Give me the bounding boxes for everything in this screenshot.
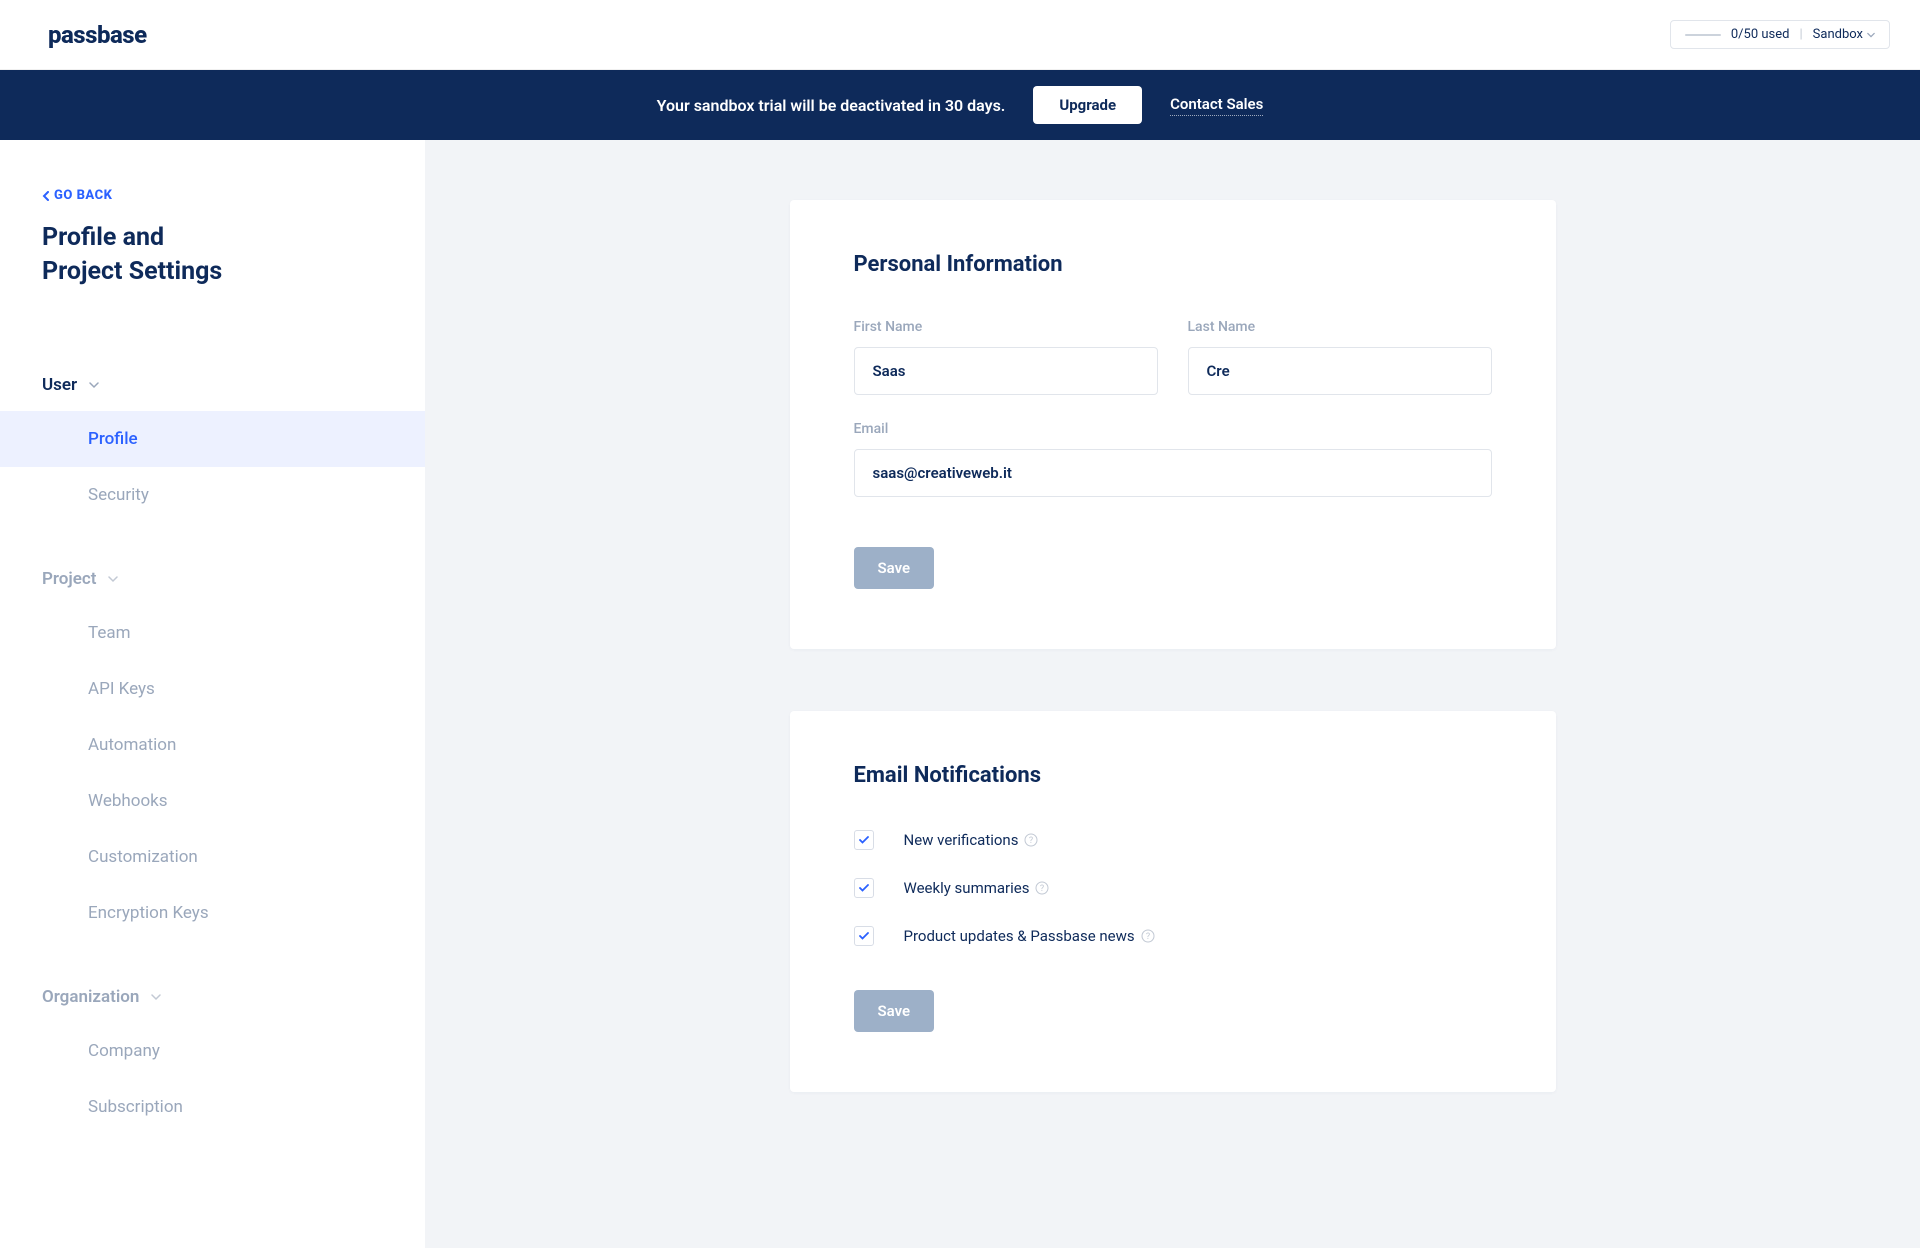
section-label: User bbox=[42, 375, 77, 395]
sidebar: GO BACK Profile and Project Settings Use… bbox=[0, 140, 425, 1248]
header-right: 0/50 used | Sandbox bbox=[1670, 20, 1890, 49]
last-name-label: Last Name bbox=[1188, 319, 1492, 335]
save-notifications-button[interactable]: Save bbox=[854, 990, 935, 1032]
section-header-organization[interactable]: Organization bbox=[0, 971, 425, 1023]
cards-column: Personal Information First Name Last Nam… bbox=[790, 200, 1556, 1188]
main-content: Personal Information First Name Last Nam… bbox=[425, 140, 1920, 1248]
help-icon[interactable]: ? bbox=[1035, 881, 1049, 895]
usage-text: 0/50 used bbox=[1731, 27, 1790, 42]
sidebar-title-line2: Project Settings bbox=[42, 257, 222, 286]
email-label: Email bbox=[854, 421, 1492, 437]
notifications-title: Email Notifications bbox=[854, 763, 1492, 788]
env-label: Sandbox bbox=[1813, 27, 1863, 42]
notification-row-weekly-summaries: Weekly summaries ? bbox=[854, 878, 1492, 898]
sidebar-item-subscription[interactable]: Subscription bbox=[0, 1079, 425, 1135]
help-icon[interactable]: ? bbox=[1024, 833, 1038, 847]
sidebar-item-api-keys[interactable]: API Keys bbox=[0, 661, 425, 717]
checkbox-label-text: New verifications bbox=[904, 831, 1019, 849]
svg-text:?: ? bbox=[1040, 884, 1044, 894]
app-header: passbase 0/50 used | Sandbox bbox=[0, 0, 1920, 70]
checkbox-label: Weekly summaries ? bbox=[904, 879, 1050, 897]
sidebar-item-encryption-keys[interactable]: Encryption Keys bbox=[0, 885, 425, 941]
sidebar-group-project: Project Team API Keys Automation Webhook… bbox=[0, 553, 425, 941]
chevron-down-icon bbox=[151, 993, 161, 1001]
first-name-input[interactable] bbox=[854, 347, 1158, 395]
checkbox-weekly-summaries[interactable] bbox=[854, 878, 874, 898]
section-label: Project bbox=[42, 569, 96, 589]
sidebar-group-user: User Profile Security bbox=[0, 359, 425, 523]
env-selector[interactable]: Sandbox bbox=[1813, 27, 1875, 42]
sidebar-item-customization[interactable]: Customization bbox=[0, 829, 425, 885]
checkbox-product-updates[interactable] bbox=[854, 926, 874, 946]
check-icon bbox=[859, 836, 869, 844]
sidebar-group-organization: Organization Company Subscription bbox=[0, 971, 425, 1135]
usage-bar bbox=[1685, 34, 1721, 36]
checkbox-label: New verifications ? bbox=[904, 831, 1039, 849]
trial-banner: Your sandbox trial will be deactivated i… bbox=[0, 70, 1920, 140]
email-notifications-card: Email Notifications New verifications ? bbox=[790, 711, 1556, 1092]
svg-text:?: ? bbox=[1145, 932, 1149, 942]
last-name-group: Last Name bbox=[1188, 319, 1492, 395]
chevron-down-icon bbox=[108, 575, 118, 583]
go-back-label: GO BACK bbox=[54, 188, 112, 203]
sidebar-item-webhooks[interactable]: Webhooks bbox=[0, 773, 425, 829]
sidebar-item-automation[interactable]: Automation bbox=[0, 717, 425, 773]
section-label: Organization bbox=[42, 987, 139, 1007]
chevron-down-icon bbox=[89, 381, 99, 389]
first-name-label: First Name bbox=[854, 319, 1158, 335]
checkbox-label-text: Weekly summaries bbox=[904, 879, 1030, 897]
usage-pill[interactable]: 0/50 used | Sandbox bbox=[1670, 20, 1890, 49]
upgrade-button[interactable]: Upgrade bbox=[1033, 86, 1142, 124]
banner-message: Your sandbox trial will be deactivated i… bbox=[657, 96, 1006, 115]
email-group: Email bbox=[854, 421, 1492, 497]
sidebar-item-company[interactable]: Company bbox=[0, 1023, 425, 1079]
name-row: First Name Last Name bbox=[854, 319, 1492, 395]
section-header-user[interactable]: User bbox=[0, 359, 425, 411]
section-header-project[interactable]: Project bbox=[0, 553, 425, 605]
go-back-link[interactable]: GO BACK bbox=[42, 188, 425, 203]
svg-text:?: ? bbox=[1029, 836, 1033, 846]
email-row: Email bbox=[854, 421, 1492, 497]
separator: | bbox=[1799, 27, 1802, 42]
check-icon bbox=[859, 932, 869, 940]
notification-row-product-updates: Product updates & Passbase news ? bbox=[854, 926, 1492, 946]
sidebar-item-security[interactable]: Security bbox=[0, 467, 425, 523]
notification-row-new-verifications: New verifications ? bbox=[854, 830, 1492, 850]
email-input[interactable] bbox=[854, 449, 1492, 497]
last-name-input[interactable] bbox=[1188, 347, 1492, 395]
personal-info-title: Personal Information bbox=[854, 252, 1492, 277]
brand-logo: passbase bbox=[48, 21, 147, 49]
chevron-down-icon bbox=[1867, 31, 1875, 39]
checkbox-label: Product updates & Passbase news ? bbox=[904, 927, 1155, 945]
checkbox-label-text: Product updates & Passbase news bbox=[904, 927, 1135, 945]
save-personal-button[interactable]: Save bbox=[854, 547, 935, 589]
checkbox-new-verifications[interactable] bbox=[854, 830, 874, 850]
checkbox-list: New verifications ? Weekly summaries bbox=[854, 830, 1492, 946]
sidebar-title: Profile and Project Settings bbox=[42, 221, 425, 289]
help-icon[interactable]: ? bbox=[1141, 929, 1155, 943]
sidebar-title-line1: Profile and bbox=[42, 223, 164, 252]
chevron-left-icon bbox=[42, 191, 50, 201]
sidebar-item-profile[interactable]: Profile bbox=[0, 411, 425, 467]
personal-info-card: Personal Information First Name Last Nam… bbox=[790, 200, 1556, 649]
check-icon bbox=[859, 884, 869, 892]
contact-sales-link[interactable]: Contact Sales bbox=[1170, 95, 1263, 116]
sidebar-item-team[interactable]: Team bbox=[0, 605, 425, 661]
first-name-group: First Name bbox=[854, 319, 1158, 395]
